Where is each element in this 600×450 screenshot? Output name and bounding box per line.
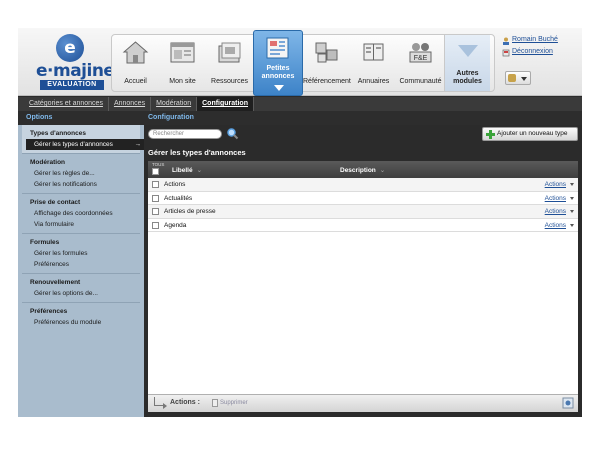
row-actions-link[interactable]: Actions (545, 181, 566, 188)
delete-button[interactable]: Supprimer (220, 400, 248, 406)
svg-text:F&E: F&E (414, 55, 428, 62)
module-accueil[interactable]: Accueil (112, 35, 159, 91)
logout-icon (502, 49, 510, 57)
bulk-actions-label: Actions : (170, 399, 200, 406)
chevron-down-icon[interactable] (570, 183, 574, 186)
row-actions-link[interactable]: Actions (545, 195, 566, 202)
cubes-icon (315, 42, 338, 63)
select-all-label: TOUS (152, 162, 165, 167)
top-header: e e·majine EVALUATION Accueil Mon site R… (18, 28, 582, 96)
sidebar-group-preferences: Préférences Préférences du module (22, 303, 140, 331)
module-communaute[interactable]: F&E Communauté (397, 35, 444, 91)
house-icon (122, 41, 149, 64)
row-checkbox[interactable] (152, 181, 159, 188)
active-indicator-icon (274, 85, 284, 91)
sidebar-item-preferences-module[interactable]: Préférences du module (30, 317, 140, 328)
select-all-checkbox[interactable] (152, 168, 159, 175)
row-checkbox[interactable] (152, 194, 159, 202)
plus-icon (486, 130, 495, 139)
module-referencement[interactable]: Référencement (303, 35, 351, 91)
sidebar-group-contact: Prise de contact Affichage des coordonné… (22, 194, 140, 234)
sidebar-group-renouvellement: Renouvellement Gérer les options de... (22, 274, 140, 303)
row-libelle: Articles de presse (164, 208, 216, 215)
search-input[interactable]: Rechercher (148, 129, 222, 139)
sidebar-title: Options (18, 111, 144, 125)
row-libelle: Agenda (164, 221, 187, 229)
row-libelle: Actions (164, 181, 186, 188)
sidebar-item-formulaire[interactable]: Via formulaire (30, 219, 140, 230)
chevron-down-icon (458, 45, 478, 57)
site-picker[interactable] (505, 71, 531, 85)
sidebar-item-coordonnees[interactable]: Affichage des coordonnées (30, 208, 140, 219)
logo-name: e·majine (36, 61, 115, 81)
folder-icon (218, 42, 241, 63)
table-header: TOUS Libellé ⌄ Description ⌄ (148, 161, 578, 178)
sort-icon: ⌄ (379, 167, 386, 174)
row-libelle: Actualités (164, 194, 193, 202)
column-description[interactable]: Description ⌄ (340, 166, 385, 174)
table-row: Actions Actions (148, 178, 578, 192)
sidebar-group-moderation: Modération Gérer les règles de... Gérer … (22, 154, 140, 194)
sort-icon: ⌄ (196, 167, 203, 174)
trash-icon (212, 399, 218, 407)
user-icon (503, 37, 509, 45)
tab-categories-annonces[interactable]: Catégories et annonces (24, 97, 109, 111)
options-sidebar: Options Types d'annonces Gérer les types… (18, 111, 144, 417)
module-mon-site[interactable]: Mon site (159, 35, 206, 91)
sidebar-item-gerer-formules[interactable]: Gérer les formules (30, 248, 140, 259)
sidebar-item-notifications[interactable]: Gérer les notifications (30, 179, 140, 190)
user-panel: Romain Buché Déconnexion (502, 35, 578, 91)
community-icon: F&E (409, 43, 432, 63)
sidebar-group-formules: Formules Gérer les formules Préférences (22, 234, 140, 274)
sidebar-item-preferences-formules[interactable]: Préférences (30, 259, 140, 270)
chevron-down-icon[interactable] (570, 210, 574, 213)
emajine-logo[interactable]: e e·majine EVALUATION (36, 34, 115, 90)
column-libelle[interactable]: Libellé ⌄ (172, 166, 202, 174)
row-checkbox[interactable] (152, 221, 159, 229)
chevron-down-icon[interactable] (570, 196, 574, 200)
chevron-down-icon (521, 77, 527, 81)
row-checkbox[interactable] (152, 208, 159, 215)
main-content: Configuration Rechercher Ajouter un nouv… (144, 111, 582, 417)
user-name-link[interactable]: Romain Buché (512, 36, 558, 43)
table-row: Agenda Actions (148, 219, 578, 232)
app-window: e e·majine EVALUATION Accueil Mon site R… (18, 28, 582, 417)
row-actions-link[interactable]: Actions (545, 208, 566, 215)
sidebar-item-options[interactable]: Gérer les options de... (30, 288, 140, 299)
arrow-right-icon: → (134, 141, 142, 148)
search-icon[interactable] (226, 127, 239, 140)
sidebar-group-types: Types d'annonces Gérer les types d'annon… (22, 125, 144, 154)
types-table: TOUS Libellé ⌄ Description ⌄ Actions Actio… (148, 161, 578, 394)
table-body: Actions Actions Actualités Actions Artic… (148, 178, 578, 232)
logo-subtitle: EVALUATION (40, 80, 104, 90)
table-row: Actualités Actions (148, 192, 578, 205)
logo-emblem: e (56, 34, 84, 62)
tab-moderation[interactable]: Modération (151, 97, 198, 111)
tab-configuration[interactable]: Configuration (197, 97, 254, 111)
sidebar-item-gerer-types[interactable]: Gérer les types d'annonces → (26, 139, 144, 150)
panel-title: Gérer les types d'annonces (144, 146, 582, 160)
directory-book-icon (363, 43, 384, 61)
website-icon (170, 42, 195, 63)
table-row: Articles de presse Actions (148, 205, 578, 219)
classified-ads-icon (266, 37, 289, 59)
module-tabs: Catégories et annonces Annonces Modérati… (18, 97, 582, 111)
table-footer: Actions : Supprimer (148, 394, 578, 412)
module-autres-modules[interactable]: Autres modules (444, 35, 490, 91)
row-actions-link[interactable]: Actions (545, 222, 566, 229)
tab-annonces[interactable]: Annonces (109, 97, 152, 111)
module-ressources[interactable]: Ressources (206, 35, 253, 91)
add-type-button[interactable]: Ajouter un nouveau type (482, 127, 578, 141)
globe-icon (508, 74, 516, 82)
chevron-down-icon[interactable] (570, 223, 574, 227)
module-bar: Accueil Mon site Ressources Petites anno… (111, 30, 495, 96)
settings-icon[interactable] (562, 397, 574, 409)
sidebar-item-regles[interactable]: Gérer les règles de... (30, 168, 140, 179)
logout-link[interactable]: Déconnexion (512, 48, 553, 55)
main-title: Configuration (144, 111, 582, 125)
module-petites-annonces[interactable]: Petites annonces (253, 30, 303, 96)
module-annuaires[interactable]: Annuaires (350, 35, 397, 91)
